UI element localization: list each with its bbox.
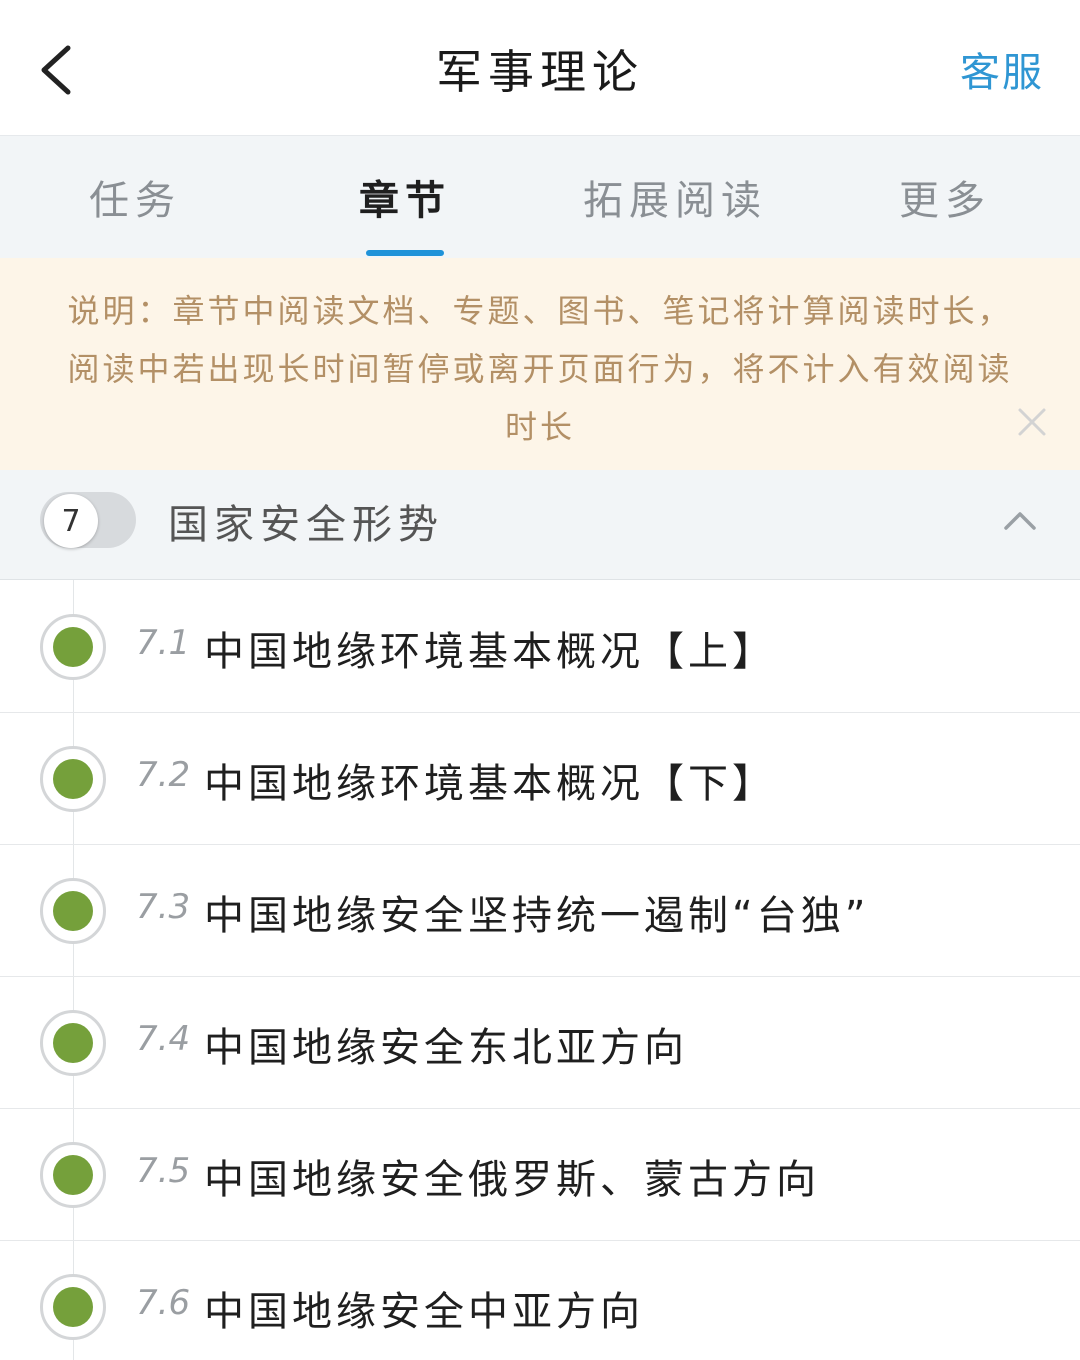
page-title: 军事理论 bbox=[436, 45, 644, 99]
completed-status-icon bbox=[40, 1274, 106, 1340]
reading-notice: 说明：章节中阅读文档、专题、图书、笔记将计算阅读时长，阅读中若出现长时间暂停或离… bbox=[0, 258, 1080, 470]
notice-text: 说明：章节中阅读文档、专题、图书、笔记将计算阅读时长，阅读中若出现长时间暂停或离… bbox=[67, 292, 1013, 446]
section-number: 7.3 bbox=[136, 887, 191, 927]
section-number: 7.5 bbox=[136, 1151, 191, 1191]
tab-chapters[interactable]: 章节 bbox=[270, 136, 540, 258]
completed-status-icon bbox=[40, 878, 106, 944]
section-number: 7.6 bbox=[136, 1283, 191, 1323]
tab-label: 任务 bbox=[89, 178, 181, 224]
list-item[interactable]: 7.2 中国地缘环境基本概况【下】 bbox=[0, 713, 1080, 845]
chapter-title: 国家安全形势 bbox=[168, 502, 444, 548]
tab-bar: 任务 章节 拓展阅读 更多 bbox=[0, 136, 1080, 258]
close-icon bbox=[1018, 408, 1046, 436]
section-number: 7.1 bbox=[136, 623, 191, 663]
collapse-button[interactable] bbox=[1000, 500, 1040, 540]
section-title: 中国地缘安全俄罗斯、蒙古方向 bbox=[204, 1157, 820, 1203]
top-bar: 军事理论 客服 bbox=[0, 0, 1080, 136]
section-title: 中国地缘安全坚持统一遏制“台独” bbox=[204, 893, 870, 939]
section-list: 7.1 中国地缘环境基本概况【上】 7.2 中国地缘环境基本概况【下】 7.3 … bbox=[0, 581, 1080, 1360]
completed-status-icon bbox=[40, 1010, 106, 1076]
section-title: 中国地缘安全中亚方向 bbox=[204, 1289, 644, 1335]
notice-close-button[interactable] bbox=[1014, 404, 1050, 440]
list-item[interactable]: 7.6 中国地缘安全中亚方向 bbox=[0, 1241, 1080, 1360]
tab-label: 更多 bbox=[899, 178, 991, 224]
customer-service-link[interactable]: 客服 bbox=[960, 40, 1044, 98]
chevron-up-icon bbox=[1004, 512, 1036, 530]
chapter-header[interactable]: 7 国家安全形势 bbox=[0, 470, 1080, 580]
tab-extended-reading[interactable]: 拓展阅读 bbox=[540, 136, 810, 258]
section-title: 中国地缘环境基本概况【上】 bbox=[204, 629, 776, 675]
list-item[interactable]: 7.1 中国地缘环境基本概况【上】 bbox=[0, 581, 1080, 713]
tab-label: 章节 bbox=[359, 178, 451, 224]
section-number: 7.4 bbox=[136, 1019, 191, 1059]
section-title: 中国地缘安全东北亚方向 bbox=[204, 1025, 688, 1071]
chapter-toggle[interactable]: 7 bbox=[40, 492, 136, 548]
section-number: 7.2 bbox=[136, 755, 191, 795]
tab-tasks[interactable]: 任务 bbox=[0, 136, 270, 258]
tab-label: 拓展阅读 bbox=[583, 178, 767, 224]
completed-status-icon bbox=[40, 746, 106, 812]
tab-more[interactable]: 更多 bbox=[810, 136, 1080, 258]
completed-status-icon bbox=[40, 1142, 106, 1208]
completed-status-icon bbox=[40, 614, 106, 680]
list-item[interactable]: 7.3 中国地缘安全坚持统一遏制“台独” bbox=[0, 845, 1080, 977]
list-item[interactable]: 7.5 中国地缘安全俄罗斯、蒙古方向 bbox=[0, 1109, 1080, 1241]
list-item[interactable]: 7.4 中国地缘安全东北亚方向 bbox=[0, 977, 1080, 1109]
chapter-number-badge: 7 bbox=[44, 494, 98, 548]
section-title: 中国地缘环境基本概况【下】 bbox=[204, 761, 776, 807]
tab-indicator bbox=[366, 250, 444, 256]
